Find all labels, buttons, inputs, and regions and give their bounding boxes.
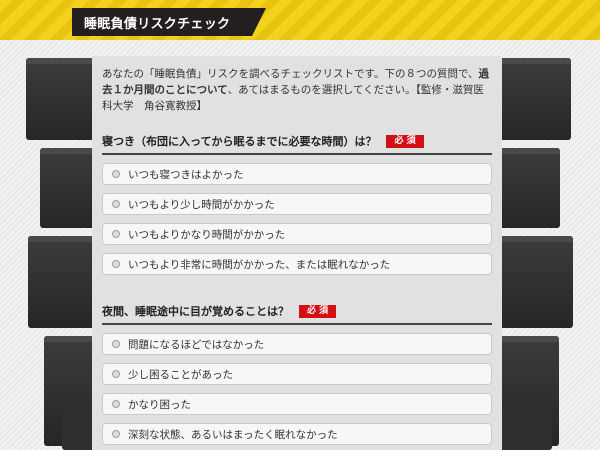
radio-icon[interactable] <box>112 170 120 178</box>
option-label: 深刻な状態、あるいはまったく眠れなかった <box>128 428 338 441</box>
radio-icon[interactable] <box>112 340 120 348</box>
option-list: 問題になるほどではなかった 少し困ることがあった かなり困った 深刻な状態、ある… <box>102 333 492 445</box>
option-label: 少し困ることがあった <box>128 368 233 381</box>
option-label: 問題になるほどではなかった <box>128 338 265 351</box>
option-item[interactable]: 問題になるほどではなかった <box>102 333 492 355</box>
option-label: いつもより非常に時間がかかった、または眠れなかった <box>128 258 391 271</box>
radio-icon[interactable] <box>112 230 120 238</box>
page-title-box: 睡眠負債リスクチェック <box>72 8 267 36</box>
page-title: 睡眠負債リスクチェック <box>84 16 231 32</box>
radio-icon[interactable] <box>112 200 120 208</box>
radio-icon[interactable] <box>112 260 120 268</box>
option-item[interactable]: いつも寝つきはよかった <box>102 163 492 185</box>
question-header: 夜間、睡眠途中に目が覚めることは？ 必 須 <box>102 303 492 325</box>
intro-text: あなたの「睡眠負債」リスクを調べるチェックリストです。下の８つの質問で、過去１か… <box>102 66 492 114</box>
option-item[interactable]: いつもよりかなり時間がかかった <box>102 223 492 245</box>
required-badge: 必 須 <box>386 134 424 148</box>
option-label: いつも寝つきはよかった <box>128 168 244 181</box>
option-item[interactable]: 深刻な状態、あるいはまったく眠れなかった <box>102 423 492 445</box>
required-badge: 必 須 <box>299 304 337 318</box>
title-tail-decoration <box>252 8 267 36</box>
option-list: いつも寝つきはよかった いつもより少し時間がかかった いつもよりかなり時間がかか… <box>102 163 492 275</box>
intro-part1: あなたの「睡眠負債」リスクを調べるチェックリストです。下の８つの質問で、 <box>102 68 479 80</box>
question-title: 寝つき（布団に入ってから眠るまでに必要な時間）は？ <box>102 135 377 148</box>
option-label: かなり困った <box>128 398 191 411</box>
question-header: 寝つき（布団に入ってから眠るまでに必要な時間）は？ 必 須 <box>102 133 492 155</box>
radio-icon[interactable] <box>112 400 120 408</box>
option-item[interactable]: 少し困ることがあった <box>102 363 492 385</box>
radio-icon[interactable] <box>112 430 120 438</box>
question-title: 夜間、睡眠途中に目が覚めることは？ <box>102 305 289 318</box>
option-item[interactable]: いつもより非常に時間がかかった、または眠れなかった <box>102 253 492 275</box>
option-label: いつもよりかなり時間がかかった <box>128 228 286 241</box>
option-item[interactable]: かなり困った <box>102 393 492 415</box>
option-label: いつもより少し時間がかかった <box>128 198 275 211</box>
radio-icon[interactable] <box>112 370 120 378</box>
checklist-panel: あなたの「睡眠負債」リスクを調べるチェックリストです。下の８つの質問で、過去１か… <box>92 56 502 450</box>
option-item[interactable]: いつもより少し時間がかかった <box>102 193 492 215</box>
